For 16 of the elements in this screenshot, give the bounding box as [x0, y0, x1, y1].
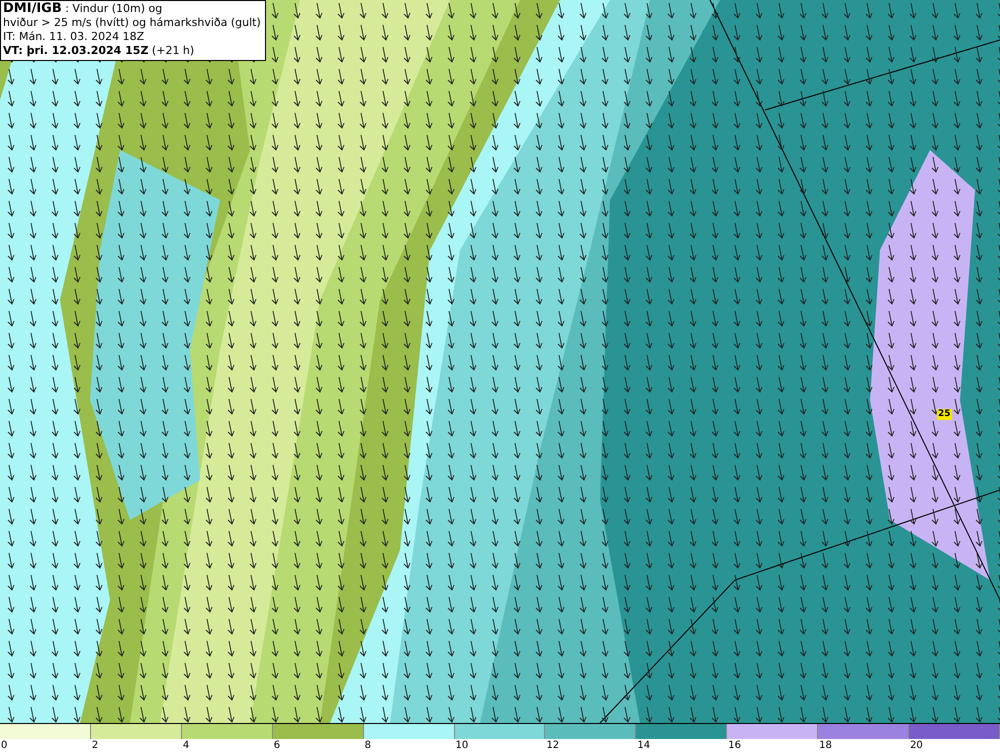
legend-label: 6	[272, 739, 282, 753]
legend-label: 14	[636, 739, 652, 753]
legend-label: 16	[727, 739, 742, 753]
title-line: DMI/IGB : Vindur (10m) og	[3, 2, 164, 16]
title-line: VT: þri. 12.03.2024 15Z (+21 h)	[3, 44, 196, 58]
gust-marker: 25	[937, 409, 952, 420]
legend-label: 8	[364, 739, 372, 753]
legend-label: 4	[182, 739, 190, 753]
title-line: IT: Mán. 11. 03. 2024 18Z	[3, 30, 146, 44]
legend-label: 0	[0, 739, 8, 753]
title-line: hviður > 25 m/s (hvítt) og hámarkshviða (gult)	[3, 16, 261, 30]
legend-label: 18	[818, 739, 833, 753]
legend-label: 20	[909, 739, 924, 753]
legend-label: 10	[454, 739, 470, 753]
legend-label: 2	[90, 739, 100, 753]
legend-label: 12	[545, 739, 560, 753]
